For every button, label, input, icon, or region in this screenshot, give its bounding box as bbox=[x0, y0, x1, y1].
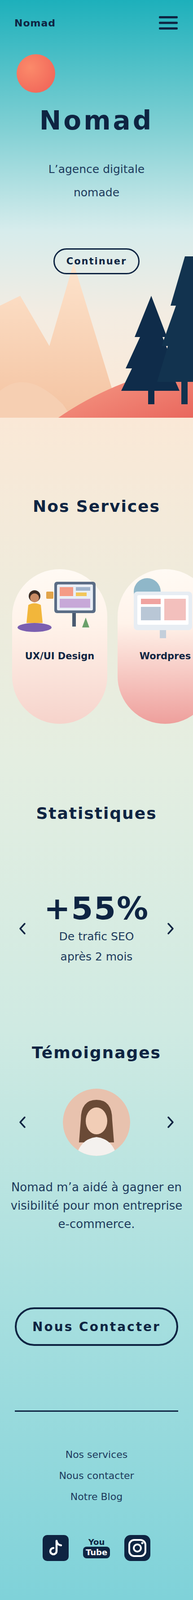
testimonial-quote: Nomad m’a aidé à gagner en visibilité po… bbox=[8, 1179, 186, 1236]
logo[interactable]: Nomad bbox=[14, 17, 56, 29]
avatar-photo bbox=[62, 1090, 131, 1158]
menu-icon[interactable] bbox=[158, 15, 178, 31]
mountains-icon bbox=[0, 256, 193, 419]
contact-area: Nous Contacter bbox=[0, 1309, 193, 1348]
stat-item: +55% De trafic SEO après 2 mois bbox=[43, 891, 150, 969]
instagram-icon[interactable] bbox=[124, 1537, 151, 1564]
youtube-text: Tube bbox=[83, 1548, 110, 1561]
contact-button[interactable]: Nous Contacter bbox=[14, 1309, 179, 1348]
service-illustration bbox=[14, 574, 105, 647]
continue-button[interactable]: Continuer bbox=[53, 248, 141, 275]
stats-section: Statistiques +55% De trafic SEO après 2 … bbox=[0, 724, 193, 969]
service-card[interactable]: UX/UI Design bbox=[12, 570, 108, 725]
top-bar: Nomad bbox=[0, 0, 193, 31]
footer-link[interactable]: Nos services bbox=[65, 1446, 128, 1468]
youtube-icon[interactable]: You Tube bbox=[83, 1537, 110, 1564]
footer-links: Nos servicesNous contacterNotre Blog bbox=[58, 1446, 134, 1510]
footer-link[interactable]: Notre Blog bbox=[70, 1488, 123, 1510]
tiktok-icon[interactable] bbox=[42, 1537, 69, 1564]
page: Nomad Nomad L’agence digitale nomade Con… bbox=[0, 0, 193, 1600]
hero-subtitle: L’agence digitale nomade bbox=[38, 157, 155, 205]
testimonials-title: Témoignages bbox=[0, 1044, 193, 1065]
footer-divider bbox=[14, 1412, 179, 1414]
service-label: UX/UI Design bbox=[25, 651, 95, 663]
hero-title: Nomad bbox=[39, 106, 154, 136]
youtube-text: You bbox=[88, 1539, 106, 1549]
footer: Nos servicesNous contacterNotre Blog You… bbox=[0, 1347, 193, 1564]
designer-icon bbox=[14, 574, 105, 647]
services-title: Nos Services bbox=[0, 497, 193, 518]
testimonials-section: Témoignages Nomad m’a aidé à gagner en v… bbox=[0, 968, 193, 1236]
stats-slider: +55% De trafic SEO après 2 mois bbox=[0, 891, 193, 969]
chevron-left-icon[interactable] bbox=[17, 1117, 27, 1131]
stat-value: +55% bbox=[43, 891, 150, 928]
chevron-right-icon[interactable] bbox=[166, 923, 176, 937]
stats-title: Statistiques bbox=[0, 804, 193, 825]
social-links: You Tube bbox=[42, 1537, 151, 1564]
service-illustration bbox=[120, 574, 193, 647]
chevron-right-icon[interactable] bbox=[166, 1117, 176, 1131]
service-card[interactable]: Wordpres bbox=[117, 570, 193, 725]
stat-caption: De trafic SEO après 2 mois bbox=[44, 927, 149, 969]
services-carousel[interactable]: UX/UI Design Wordpres bbox=[0, 570, 193, 725]
hero: Nomad Nomad L’agence digitale nomade Con… bbox=[0, 0, 193, 419]
testimonial-slider bbox=[0, 1090, 193, 1158]
service-label: Wordpres bbox=[139, 651, 191, 663]
footer-link[interactable]: Nous contacter bbox=[58, 1467, 134, 1489]
monitor-icon bbox=[120, 574, 193, 647]
services-section: Nos Services UX/UI Design Wordpres bbox=[0, 418, 193, 725]
sun-icon bbox=[16, 54, 56, 93]
chevron-left-icon[interactable] bbox=[17, 923, 27, 937]
